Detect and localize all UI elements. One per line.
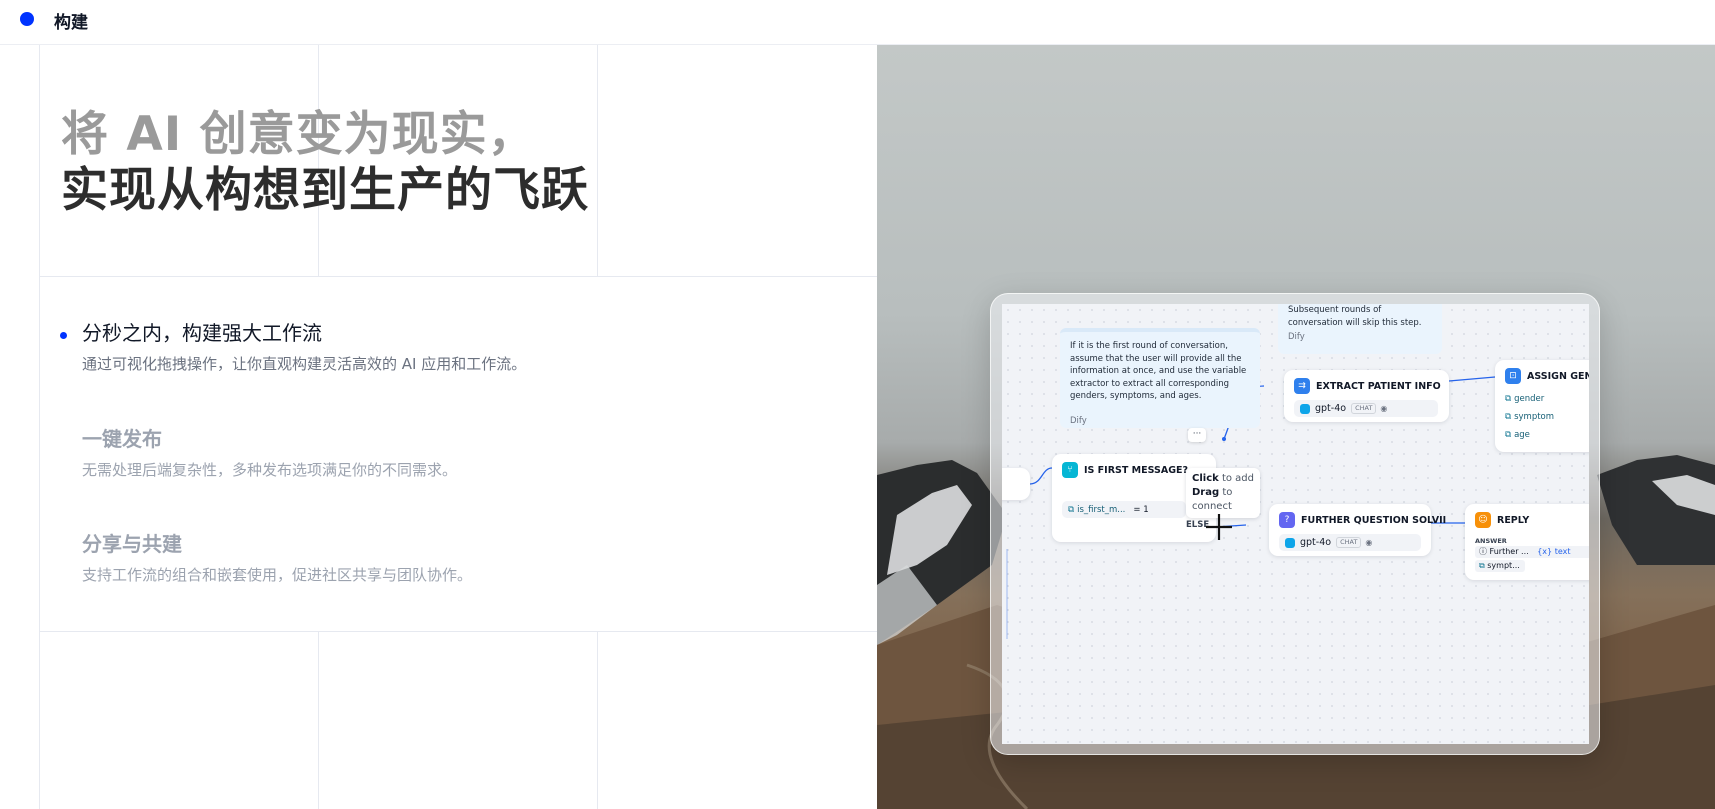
feature-item-share-collaborate[interactable]: 分享与共建 支持工作流的组合和嵌套使用，促进社区共享与团队协作。 [82,531,472,586]
feature-title: 一键发布 [82,427,162,451]
brand-dot-icon [20,12,34,26]
variable-icon: ⧉ [1479,561,1485,570]
workflow-node-reply[interactable]: ☺ REPLY ANSWER ⓘ Further ... {x} text ⧉ … [1465,504,1589,580]
workflow-note-top[interactable]: Subsequent rounds of conversation will s… [1278,304,1442,354]
grid-line [597,631,598,809]
variable-age[interactable]: ⧉ age [1505,430,1530,440]
workflow-node-partial[interactable] [1002,468,1030,500]
crosshair-cursor-icon [1206,514,1232,540]
model-mode-badge: CHAT [1336,537,1362,548]
hero-headline: 将 AI 创意变为现实， 实现从构想到生产的飞跃 [61,107,589,219]
top-bar: 构建 [0,0,1715,45]
workflow-node-further-question[interactable]: ? FURTHER QUESTION SOLVII gpt-4o CHAT ◉ [1269,504,1446,556]
add-node-tooltip: Click to add Drag to connect [1186,468,1261,518]
feature-description: 支持工作流的组合和嵌套使用，促进社区共享与团队协作。 [82,566,473,584]
node-title: IS FIRST MESSAGE? [1084,464,1189,476]
note-text: If it is the first round of conversation… [1070,341,1247,401]
model-name: gpt-4o [1300,537,1332,548]
variable-icon: ⧉ [1068,504,1075,515]
node-title: ASSIGN GENDE [1527,370,1589,382]
variable-icon: ⧉ [1505,412,1512,422]
question-icon: ? [1279,512,1295,528]
model-icon [1285,537,1295,548]
note-text: Subsequent rounds of conversation will s… [1288,305,1422,328]
feature-item-build-workflow[interactable]: 分秒之内，构建强大工作流 通过可视化拖拽操作，让你直观构建灵活高效的 AI 应用… [82,320,526,375]
branch-icon: ⑂ [1062,462,1078,478]
answer-variable-row[interactable]: ⓘ Further ... {x} text [1475,546,1589,558]
workflow-editor-frame: Subsequent rounds of conversation will s… [990,293,1600,755]
workflow-node-extract-patient-info[interactable]: ⇉ EXTRACT PATIENT INFO gpt-4o CHAT ◉ [1284,370,1449,422]
note-source: Dify [1070,415,1087,426]
feature-description: 无需处理后端复杂性，多种发布选项满足你的不同需求。 [82,461,458,479]
workflow-canvas[interactable]: Subsequent rounds of conversation will s… [1002,304,1589,744]
variable-icon: ⧉ [1505,430,1512,440]
condition-row[interactable]: ⧉ is_first_m... = 1 [1062,501,1186,518]
grid-line [39,631,877,632]
condition-variable: is_first_m... [1077,504,1126,515]
grid-line [597,45,598,276]
node-title: REPLY [1497,514,1530,526]
condition-operator: = 1 [1133,504,1149,515]
grid-line [39,276,877,277]
model-selector[interactable]: gpt-4o CHAT ◉ [1279,534,1421,551]
reply-icon: ☺ [1475,512,1491,528]
node-title: FURTHER QUESTION SOLVII [1301,514,1447,526]
feature-description: 通过可视化拖拽操作，让你直观构建灵活高效的 AI 应用和工作流。 [82,355,527,373]
grid-line [39,45,40,809]
note-source: Dify [1288,332,1305,342]
grid-line [318,631,319,809]
model-mode-badge: CHAT [1351,403,1377,414]
page-section-title: 构建 [54,13,88,33]
hero-line-2: 实现从构想到生产的飞跃 [61,163,589,218]
vision-eye-icon: ◉ [1380,404,1388,413]
hero-line-1: 将 AI 创意变为现实， [61,107,536,162]
variable-tag: {x} text [1537,547,1571,556]
node-title: EXTRACT PATIENT INFO [1316,380,1441,392]
extract-icon: ⇉ [1294,378,1310,394]
answer-label: ANSWER [1475,537,1507,545]
right-preview-panel: Subsequent rounds of conversation will s… [877,45,1715,809]
workflow-node-assign-gender[interactable]: ⊡ ASSIGN GENDE ⧉gender ⧉symptom ⧉age [1495,360,1589,452]
model-selector[interactable]: gpt-4o CHAT ◉ [1294,400,1438,417]
more-options-button[interactable]: ··· [1188,428,1206,442]
variable-icon: ⧉ [1505,394,1512,404]
model-icon [1300,403,1310,414]
feature-title: 分秒之内，构建强大工作流 [82,321,322,345]
left-panel: 将 AI 创意变为现实， 实现从构想到生产的飞跃 分秒之内，构建强大工作流 通过… [0,45,877,809]
variable-gender[interactable]: ⧉ gender [1505,394,1544,404]
feature-title: 分享与共建 [82,532,182,556]
info-icon: ⓘ [1479,547,1487,556]
workflow-note-main[interactable]: If it is the first round of conversation… [1060,328,1260,428]
variable-symptom[interactable]: ⧉ symptom [1505,412,1554,422]
feature-item-one-click-publish[interactable]: 一键发布 无需处理后端复杂性，多种发布选项满足你的不同需求。 [82,426,457,481]
assign-icon: ⊡ [1505,368,1521,384]
model-name: gpt-4o [1315,403,1347,414]
answer-variable-row[interactable]: ⧉ sympt... [1475,560,1525,572]
vision-eye-icon: ◉ [1365,538,1373,547]
active-feature-bullet-icon [60,332,67,339]
